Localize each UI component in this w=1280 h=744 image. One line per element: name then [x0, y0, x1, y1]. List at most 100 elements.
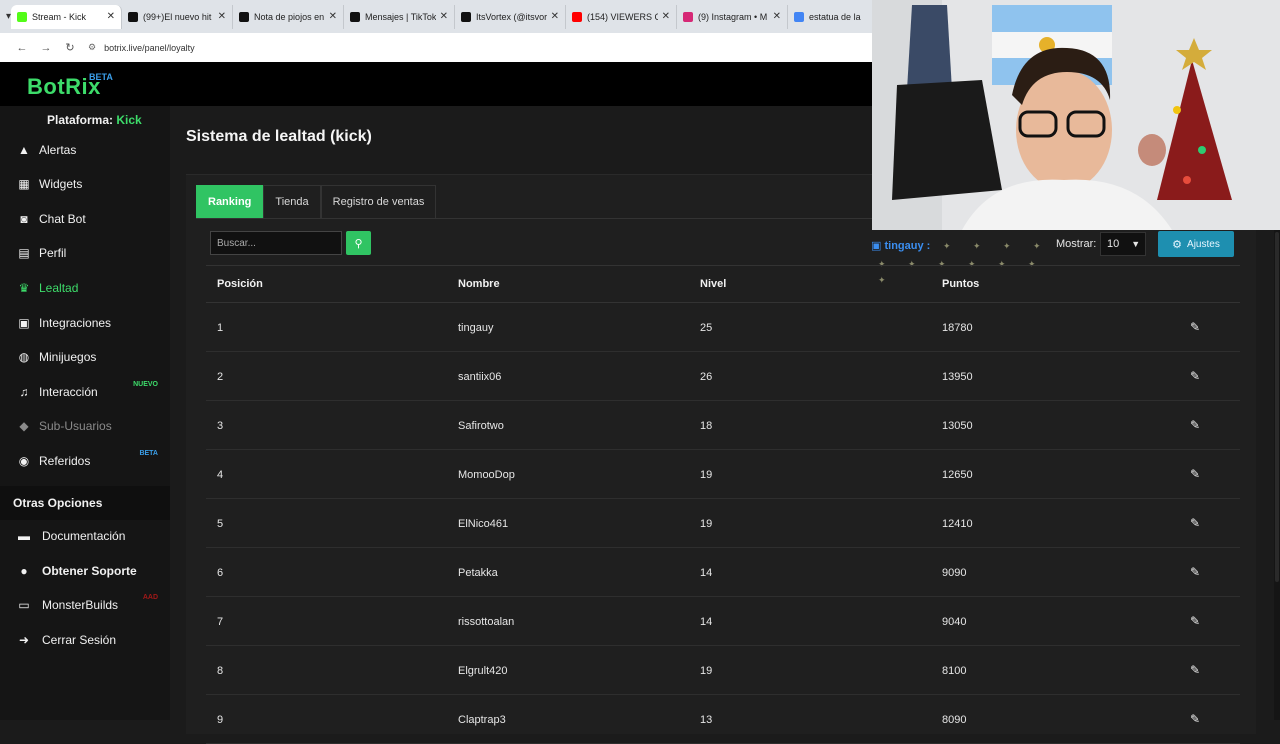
- col-name[interactable]: Nombre: [458, 278, 500, 290]
- gamepad-icon: ◍: [18, 350, 30, 364]
- col-position[interactable]: Posición: [217, 278, 263, 290]
- close-icon[interactable]: ✕: [218, 11, 226, 22]
- table-row: 7 rissottoalan 14 9040 ✎: [206, 597, 1240, 646]
- tab-favicon-icon: [794, 11, 805, 22]
- tab-ranking[interactable]: Ranking: [196, 185, 264, 218]
- search-input[interactable]: [210, 231, 342, 255]
- tab-title: (99+)El nuevo hit: [143, 11, 212, 22]
- cell-name: ElNico461: [458, 518, 509, 530]
- sidebar-item-lealtad[interactable]: ♛ Lealtad: [0, 273, 170, 303]
- cell-points: 12650: [942, 469, 973, 481]
- chevron-down-icon: ▼: [1131, 239, 1141, 249]
- platform-label: Plataforma:: [47, 113, 114, 127]
- cell-level: 26: [700, 371, 713, 383]
- url-text[interactable]: botrix.live/panel/loyalty: [104, 43, 195, 53]
- cell-name: tingauy: [458, 322, 494, 334]
- sidebar-item-interacci-n[interactable]: ♫ Interacción NUEVO: [0, 377, 170, 407]
- cell-position: 3: [217, 420, 224, 432]
- edit-pencil-icon[interactable]: ✎: [1190, 712, 1200, 726]
- browser-tab[interactable]: (9) Instagram • M ✕: [677, 4, 789, 29]
- sidebar-item-label: Minijuegos: [39, 350, 97, 364]
- sidebar: Plataforma: Kick ▲ Alertas ▦ Widgets ◙ Chat B…: [0, 106, 170, 720]
- sidebar-item-widgets[interactable]: ▦ Widgets: [0, 169, 170, 199]
- sidebar-item-sub-usuarios[interactable]: ◆ Sub-Usuarios: [0, 411, 170, 441]
- cell-name: Safirotwo: [458, 420, 504, 432]
- cell-points: 9040: [942, 616, 967, 628]
- tab-registro-ventas[interactable]: Registro de ventas: [320, 185, 437, 218]
- page-title: Sistema de lealtad (kick): [186, 128, 372, 145]
- scrollbar-thumb[interactable]: [1275, 232, 1279, 582]
- option-item-documentaci-n[interactable]: ▬ Documentación: [0, 521, 170, 551]
- browser-tab[interactable]: Stream - Kick ✕: [11, 4, 123, 29]
- sidebar-item-label: Widgets: [39, 177, 83, 191]
- site-info-icon[interactable]: ⚙: [88, 42, 96, 53]
- close-icon[interactable]: ✕: [551, 11, 559, 22]
- cell-points: 12410: [942, 518, 973, 530]
- browser-tab[interactable]: Mensajes | TikTok ✕: [344, 4, 456, 29]
- users-cog-icon: ◆: [19, 419, 29, 433]
- close-icon[interactable]: ✕: [440, 11, 448, 22]
- option-item-monsterbuilds[interactable]: ▭ MonsterBuilds AAD: [0, 590, 170, 620]
- tab-title: Nota de piojos en: [254, 11, 325, 22]
- edit-pencil-icon[interactable]: ✎: [1190, 320, 1200, 334]
- chat-emote-icon: ✦: [973, 241, 981, 251]
- cell-points: 13950: [942, 371, 973, 383]
- cell-level: 19: [700, 518, 713, 530]
- browser-tab[interactable]: (99+)El nuevo hit ✕: [122, 4, 234, 29]
- table-row: 5 ElNico461 19 12410 ✎: [206, 499, 1240, 548]
- browser-tab[interactable]: Nota de piojos en ✕: [233, 4, 345, 29]
- edit-pencil-icon[interactable]: ✎: [1190, 418, 1200, 432]
- cell-name: santiix06: [458, 371, 502, 383]
- edit-pencil-icon[interactable]: ✎: [1190, 516, 1200, 530]
- platform-indicator: Plataforma: Kick: [47, 113, 142, 127]
- edit-pencil-icon[interactable]: ✎: [1190, 565, 1200, 579]
- table-header: Posición Nombre Nivel Puntos: [206, 265, 1240, 303]
- music-icon: ♫: [19, 385, 29, 399]
- page-size-select[interactable]: 10 ▼: [1100, 232, 1146, 256]
- search-button[interactable]: ⚲: [346, 231, 371, 255]
- option-item-cerrar-sesi-n[interactable]: ➜ Cerrar Sesión: [0, 625, 170, 655]
- col-level[interactable]: Nivel: [700, 278, 726, 290]
- sidebar-item-chat-bot[interactable]: ◙ Chat Bot: [0, 204, 170, 234]
- browser-tab[interactable]: (154) VIEWERS Cr ✕: [566, 4, 678, 29]
- tab-tienda[interactable]: Tienda: [263, 185, 321, 218]
- edit-pencil-icon[interactable]: ✎: [1190, 614, 1200, 628]
- cell-level: 14: [700, 616, 713, 628]
- option-item-obtener-soporte[interactable]: ● Obtener Soporte: [0, 556, 170, 586]
- tab-title: estatua de la: [809, 11, 861, 22]
- cell-name: Claptrap3: [458, 714, 506, 726]
- forward-icon[interactable]: →: [34, 42, 58, 54]
- cell-position: 4: [217, 469, 224, 481]
- tab-favicon-icon: [239, 11, 250, 22]
- support-icon: ●: [20, 564, 28, 578]
- back-icon[interactable]: ←: [10, 42, 34, 54]
- sidebar-item-referidos[interactable]: ◉ Referidos BETA: [0, 446, 170, 476]
- cell-position: 1: [217, 322, 224, 334]
- warning-icon: ▲: [18, 143, 30, 157]
- close-icon[interactable]: ✕: [773, 11, 781, 22]
- sidebar-item-label: Sub-Usuarios: [39, 419, 112, 433]
- sidebar-item-integraciones[interactable]: ▣ Integraciones: [0, 308, 170, 338]
- close-icon[interactable]: ✕: [107, 11, 115, 22]
- reload-icon[interactable]: ↻: [58, 41, 82, 54]
- close-icon[interactable]: ✕: [329, 11, 337, 22]
- table-row: 4 MomooDop 19 12650 ✎: [206, 450, 1240, 499]
- sidebar-item-alertas[interactable]: ▲ Alertas: [0, 135, 170, 165]
- cell-level: 13: [700, 714, 713, 726]
- cell-name: Petakka: [458, 567, 498, 579]
- sidebar-item-label: Perfil: [39, 246, 67, 260]
- col-points[interactable]: Puntos: [942, 278, 979, 290]
- edit-pencil-icon[interactable]: ✎: [1190, 369, 1200, 383]
- sidebar-item-minijuegos[interactable]: ◍ Minijuegos: [0, 342, 170, 372]
- close-icon[interactable]: ✕: [662, 11, 670, 22]
- cell-level: 19: [700, 469, 713, 481]
- browser-tab[interactable]: ItsVortex (@itsvor ✕: [455, 4, 567, 29]
- edit-pencil-icon[interactable]: ✎: [1190, 663, 1200, 677]
- tab-title: (9) Instagram • M: [698, 11, 768, 22]
- settings-button[interactable]: ⚙ Ajustes: [1158, 231, 1234, 257]
- cell-position: 6: [217, 567, 224, 579]
- edit-pencil-icon[interactable]: ✎: [1190, 467, 1200, 481]
- laptop-icon: ▭: [18, 598, 30, 612]
- sidebar-item-perfil[interactable]: ▤ Perfil: [0, 238, 170, 268]
- cell-position: 5: [217, 518, 224, 530]
